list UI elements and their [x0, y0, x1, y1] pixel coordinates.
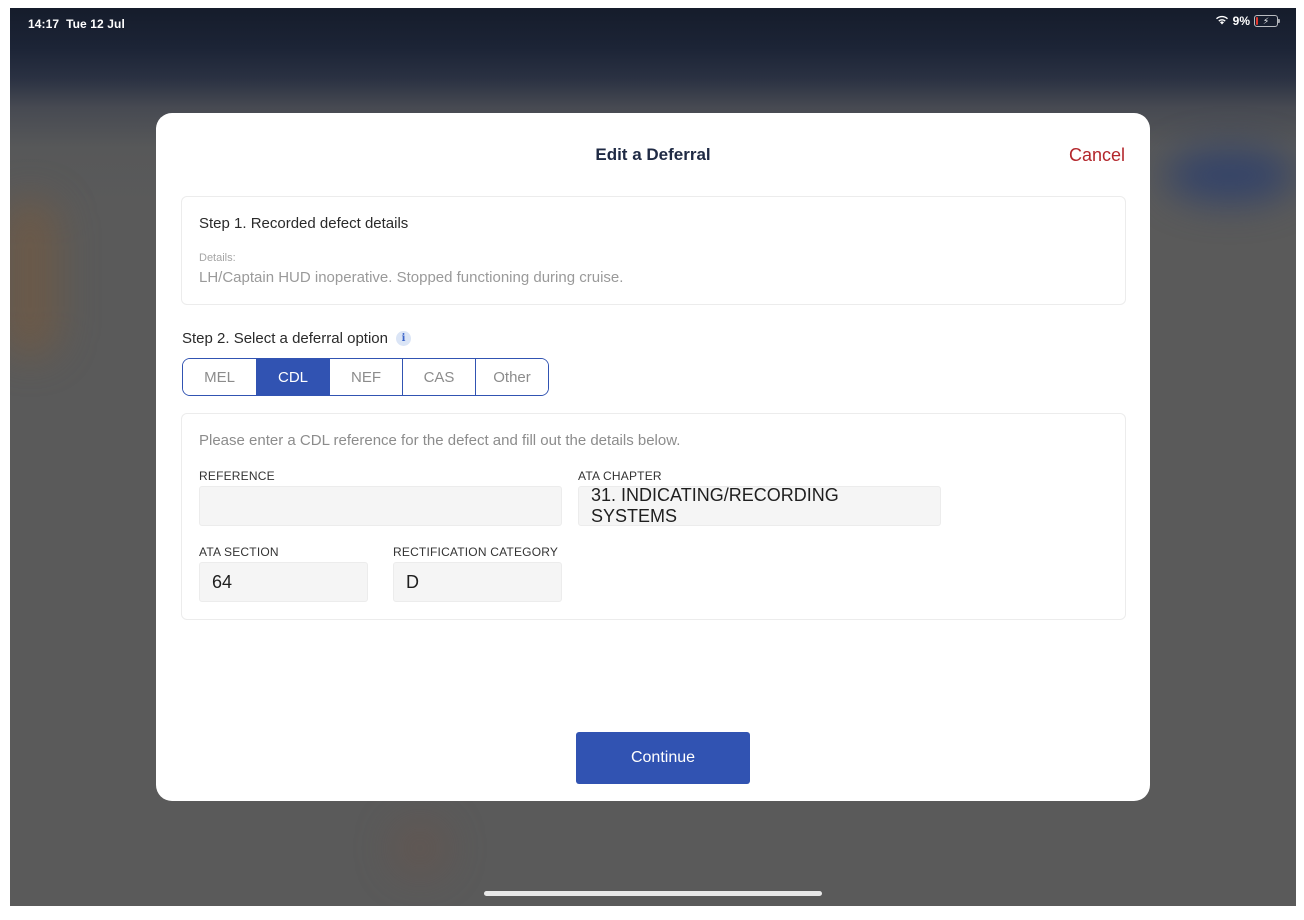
battery-level [1256, 17, 1258, 25]
status-time: 14:17 Tue 12 Jul [28, 17, 125, 31]
edit-deferral-modal: Edit a Deferral Cancel Step 1. Recorded … [156, 113, 1150, 801]
ata-section-field[interactable]: 64 [199, 562, 368, 602]
step2-title: Step 2. Select a deferral option i [182, 330, 411, 347]
background-blur [1165, 148, 1295, 203]
step1-card: Step 1. Recorded defect details Details:… [181, 196, 1126, 305]
ata-chapter-field[interactable]: 31. INDICATING/RECORDING SYSTEMS [578, 485, 941, 526]
cdl-form-card: Please enter a CDL reference for the def… [181, 413, 1126, 620]
reference-label: REFERENCE [199, 469, 275, 483]
info-icon[interactable]: i [395, 331, 411, 346]
home-indicator[interactable] [484, 891, 822, 896]
ata-section-label: ATA SECTION [199, 545, 279, 559]
cancel-button[interactable]: Cancel [1069, 145, 1125, 166]
rectification-category-label: RECTIFICATION CATEGORY [393, 545, 559, 559]
option-other[interactable]: Other [475, 359, 548, 395]
reference-input[interactable] [199, 486, 562, 526]
rectification-category-field[interactable]: D [393, 562, 562, 602]
background-blur [390, 818, 450, 878]
step2-title-text: Step 2. Select a deferral option [182, 330, 388, 347]
background-blur [10, 198, 60, 358]
status-bar: 14:17 Tue 12 Jul 9% ⚡ [10, 8, 1296, 32]
step1-title: Step 1. Recorded defect details [199, 215, 409, 232]
status-indicators: 9% ⚡ [1215, 14, 1280, 28]
wifi-icon [1215, 14, 1229, 28]
continue-button[interactable]: Continue [576, 732, 750, 784]
option-nef[interactable]: NEF [329, 359, 402, 395]
option-cdl[interactable]: CDL [256, 359, 329, 395]
ipad-screen: 14:17 Tue 12 Jul 9% ⚡ Edit a Deferral Ca… [10, 8, 1296, 906]
option-cas[interactable]: CAS [402, 359, 475, 395]
deferral-option-selector: MEL CDL NEF CAS Other [182, 358, 549, 396]
option-mel[interactable]: MEL [183, 359, 256, 395]
charging-bolt-icon: ⚡ [1262, 16, 1270, 26]
details-value: LH/Captain HUD inoperative. Stopped func… [199, 269, 624, 286]
details-label: Details: [199, 252, 236, 264]
modal-title: Edit a Deferral [595, 145, 711, 164]
form-hint: Please enter a CDL reference for the def… [199, 432, 681, 449]
battery-icon: ⚡ [1254, 15, 1280, 27]
battery-percent: 9% [1232, 14, 1250, 28]
ata-chapter-label: ATA CHAPTER [578, 469, 662, 483]
